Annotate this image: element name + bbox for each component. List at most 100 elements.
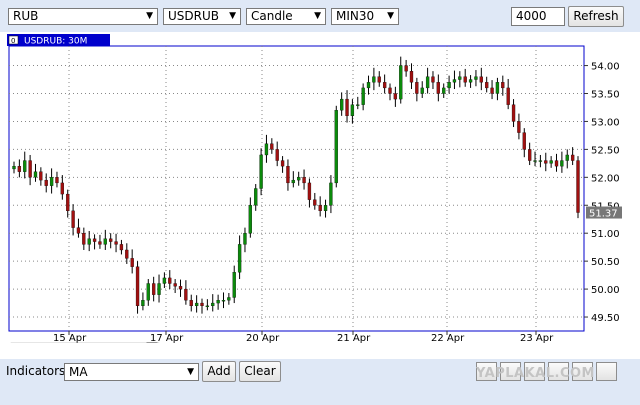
chevron-down-icon: ▼ xyxy=(387,11,394,21)
y-tick-label: 50.50 xyxy=(591,257,620,268)
candle-body xyxy=(71,210,75,228)
candle-body xyxy=(44,179,48,186)
candle-body xyxy=(259,154,263,189)
refresh-button[interactable]: Refresh xyxy=(568,6,624,27)
candle-body xyxy=(517,121,521,133)
candle-body xyxy=(452,79,457,83)
x-tick-label: 21 Apr xyxy=(337,333,371,343)
candle-body xyxy=(178,286,183,290)
candle-body xyxy=(275,149,279,161)
candle-body xyxy=(409,70,414,83)
candle-body xyxy=(495,82,500,94)
candle-body xyxy=(366,82,371,89)
candle-body xyxy=(168,277,172,284)
candle-body xyxy=(506,87,510,105)
candle-body xyxy=(216,300,220,304)
candle-body xyxy=(227,297,231,301)
candle-body xyxy=(404,65,408,72)
candle-body xyxy=(114,241,118,245)
indicator-select[interactable]: MA ▼ xyxy=(64,363,199,381)
candle-body xyxy=(345,98,349,117)
candle-body xyxy=(485,82,489,89)
candle-body xyxy=(221,300,226,302)
candle-body xyxy=(560,160,564,167)
candle-body xyxy=(533,160,537,162)
candle-body xyxy=(243,233,247,245)
candle-body xyxy=(382,82,387,89)
y-tick-label: 50.00 xyxy=(591,285,620,296)
candle-body xyxy=(264,143,269,156)
candle-body xyxy=(350,104,355,117)
chevron-down-icon: ▼ xyxy=(229,11,236,21)
candle-body xyxy=(66,193,70,212)
bars-count-input[interactable]: 4000 xyxy=(511,7,565,26)
candle-body xyxy=(205,305,210,308)
candle-body xyxy=(173,283,177,287)
candle-body xyxy=(570,154,575,161)
candle-body xyxy=(162,277,167,284)
candle-body xyxy=(23,160,27,172)
candle-body xyxy=(544,160,548,164)
candle-body xyxy=(393,93,398,100)
timeframe-value: MIN30 xyxy=(336,9,375,23)
clear-indicators-button[interactable]: Clear xyxy=(239,361,281,382)
candle-body xyxy=(479,76,483,83)
add-indicator-button[interactable]: Add xyxy=(202,361,236,382)
candle-body xyxy=(200,302,204,307)
price-chart[interactable]: 54.0053.5053.0052.5052.0051.5051.0050.50… xyxy=(6,33,628,351)
candle-body xyxy=(60,182,64,195)
candle-body xyxy=(474,76,478,80)
candle-body xyxy=(565,154,569,161)
candle-body xyxy=(135,266,140,307)
candle-body xyxy=(297,177,301,181)
candle-body xyxy=(92,238,97,242)
candle-body xyxy=(232,272,236,298)
candle-body xyxy=(55,177,59,184)
candle-body xyxy=(49,177,54,186)
candle-body xyxy=(372,76,376,83)
candle-body xyxy=(17,165,22,172)
candle-body xyxy=(522,132,526,150)
candle-body xyxy=(307,182,312,200)
y-tick-label: 53.50 xyxy=(591,90,620,101)
candle-body xyxy=(554,160,559,167)
candle-body xyxy=(82,233,86,245)
candle-body xyxy=(28,160,32,178)
candle-body xyxy=(490,87,494,94)
candle-body xyxy=(12,165,16,170)
candle-body xyxy=(125,249,129,259)
y-tick-label: 52.50 xyxy=(591,145,620,156)
candle-body xyxy=(436,82,440,94)
candle-body xyxy=(270,143,274,150)
candle-body xyxy=(501,82,505,89)
scroll-last-button[interactable] xyxy=(596,362,617,381)
candle-body xyxy=(119,244,124,251)
candle-body xyxy=(254,188,258,206)
candle-body xyxy=(211,302,215,307)
x-tick-label: 15 Apr xyxy=(53,333,87,343)
chevron-down-icon: ▼ xyxy=(146,11,153,21)
candle-body xyxy=(194,302,199,307)
candle-body xyxy=(302,177,306,184)
candle-body xyxy=(377,76,381,83)
currency-select[interactable]: RUB ▼ xyxy=(8,8,158,25)
candle-body xyxy=(280,160,285,167)
timeframe-select[interactable]: MIN30 ▼ xyxy=(331,8,399,25)
symbol-select[interactable]: USDRUB ▼ xyxy=(163,8,241,25)
candle-body xyxy=(340,98,344,111)
x-tick-label: 23 Apr xyxy=(520,333,554,343)
candle-body xyxy=(141,300,145,307)
legend-box-label: 0 xyxy=(11,37,15,45)
candle-body xyxy=(549,160,553,164)
candle-body xyxy=(442,87,446,94)
candle-body xyxy=(468,79,473,83)
chart-type-select[interactable]: Candle ▼ xyxy=(246,8,326,25)
candle-body xyxy=(356,104,360,106)
candle-body xyxy=(130,258,134,267)
candle-body xyxy=(313,199,317,206)
candle-body xyxy=(76,227,81,234)
candle-body xyxy=(528,149,532,161)
candle-body xyxy=(146,283,150,301)
candle-body xyxy=(286,165,290,184)
chart-canvas[interactable]: 54.0053.5053.0052.5052.0051.5051.0050.50… xyxy=(6,33,628,351)
